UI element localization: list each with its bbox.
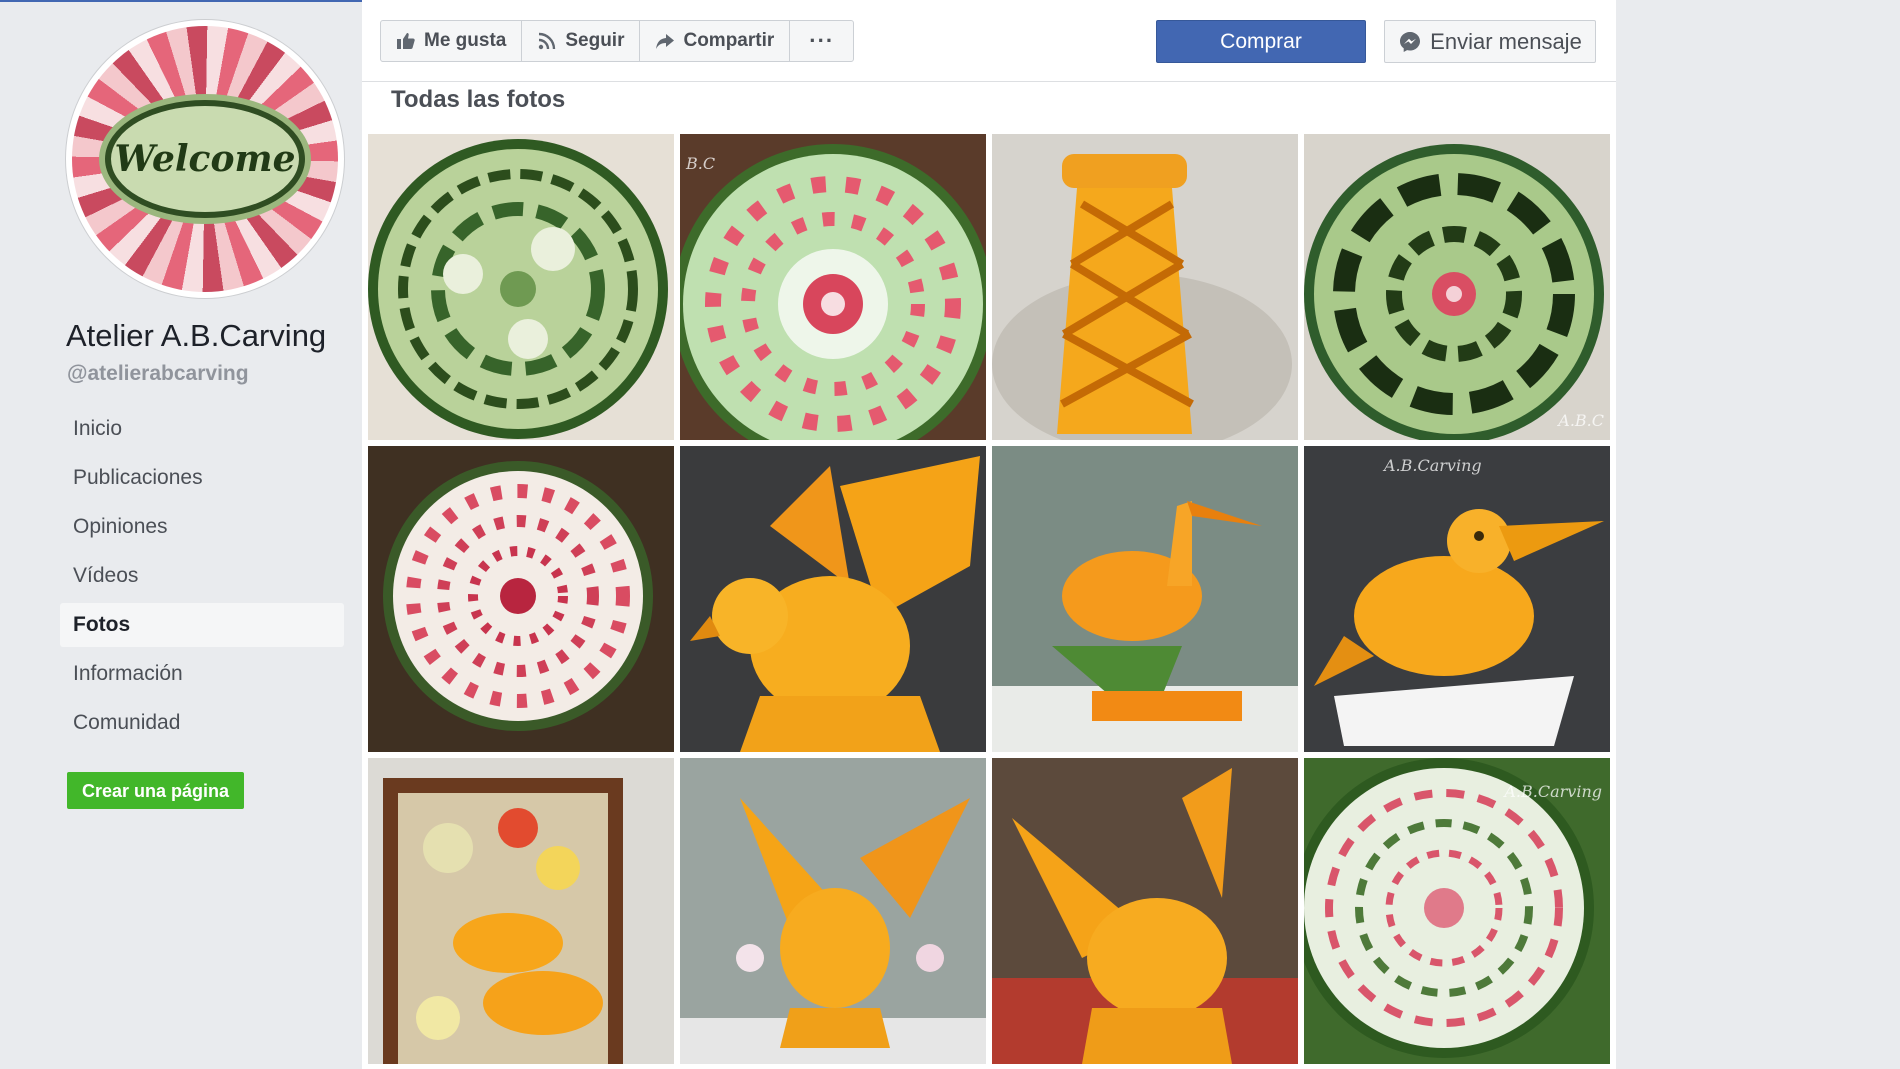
avatar-plaque: Welcome [105,100,305,218]
action-button-group: Me gusta Seguir Compartir ··· [380,20,855,62]
watermelon-pink-rose-carving-photo[interactable]: B.C [680,134,986,440]
watermelon-spiral-carving-photo[interactable]: A.B.Carving [1304,758,1610,1064]
rss-icon [539,32,556,50]
watermelon-dark-floral-carving-photo[interactable]: A.B.C [1304,134,1610,440]
watermelon-green-swirl-carving-photo[interactable] [368,134,674,440]
follow-button[interactable]: Seguir [522,21,641,61]
orange-bird-flowers-carving-photo[interactable] [680,758,986,1064]
nav-item-inicio[interactable]: Inicio [60,407,344,451]
orange-lattice-vase-carving-photo[interactable] [992,134,1298,440]
nav-item-publicaciones[interactable]: Publicaciones [60,456,344,500]
page-name[interactable]: Atelier A.B.Carving [66,318,326,354]
send-message-button[interactable]: Enviar mensaje [1384,20,1596,63]
fruit-fish-arrangement-photo[interactable] [368,758,674,1064]
more-options-button[interactable]: ··· [790,21,853,61]
main-content: Me gusta Seguir Compartir ··· Comprar En… [362,0,1616,1069]
avatar-image: Welcome [72,26,338,292]
watermark: A.B.Carving [1384,456,1482,475]
orange-eagle-carving-photo[interactable] [680,446,986,752]
page-sidebar: Welcome Atelier A.B.Carving @atelierabca… [0,0,360,1069]
avatar-text: Welcome [114,138,296,180]
watermark: A.B.C [1558,411,1604,430]
thumbs-up-icon [397,33,415,49]
action-bar: Me gusta Seguir Compartir ··· Comprar En… [362,0,1616,82]
photo-grid: B.C A.B.C A.B.Carving A.B.Carving [368,134,1614,1064]
nav-item-fotos[interactable]: Fotos [60,603,344,647]
orange-phoenix-carving-photo[interactable] [992,758,1298,1064]
orange-toucan-carving-photo[interactable]: A.B.Carving [1304,446,1610,752]
create-page-button[interactable]: Crear una página [67,772,245,809]
share-label: Compartir [683,30,775,51]
page-handle[interactable]: @atelierabcarving [67,362,249,386]
orange-heron-carving-photo[interactable] [992,446,1298,752]
like-label: Me gusta [424,30,507,51]
nav-item-comunidad[interactable]: Comunidad [60,701,344,745]
photos-title: Todas las fotos [391,86,566,113]
all-photos-section: Todas las fotos B.C A.B.C A.B.Carving A.… [362,82,1616,1069]
page-avatar[interactable]: Welcome [66,20,344,298]
nav-item-opiniones[interactable]: Opiniones [60,505,344,549]
more-dots-icon: ··· [809,28,835,53]
page-nav: Inicio Publicaciones Opiniones Vídeos Fo… [60,407,344,750]
watermark: A.B.Carving [1504,782,1602,801]
like-button[interactable]: Me gusta [381,21,523,61]
share-arrow-icon [656,34,675,49]
watermelon-dahlia-carving-photo[interactable] [368,446,674,752]
right-background [1616,0,1900,1069]
share-button[interactable]: Compartir [640,21,791,61]
watermark: B.C [686,154,716,173]
nav-item-informacion[interactable]: Información [60,652,344,696]
buy-button[interactable]: Comprar [1156,20,1366,63]
follow-label: Seguir [565,30,625,51]
messenger-icon [1400,31,1421,52]
nav-item-videos[interactable]: Vídeos [60,554,344,598]
send-message-label: Enviar mensaje [1430,28,1582,54]
